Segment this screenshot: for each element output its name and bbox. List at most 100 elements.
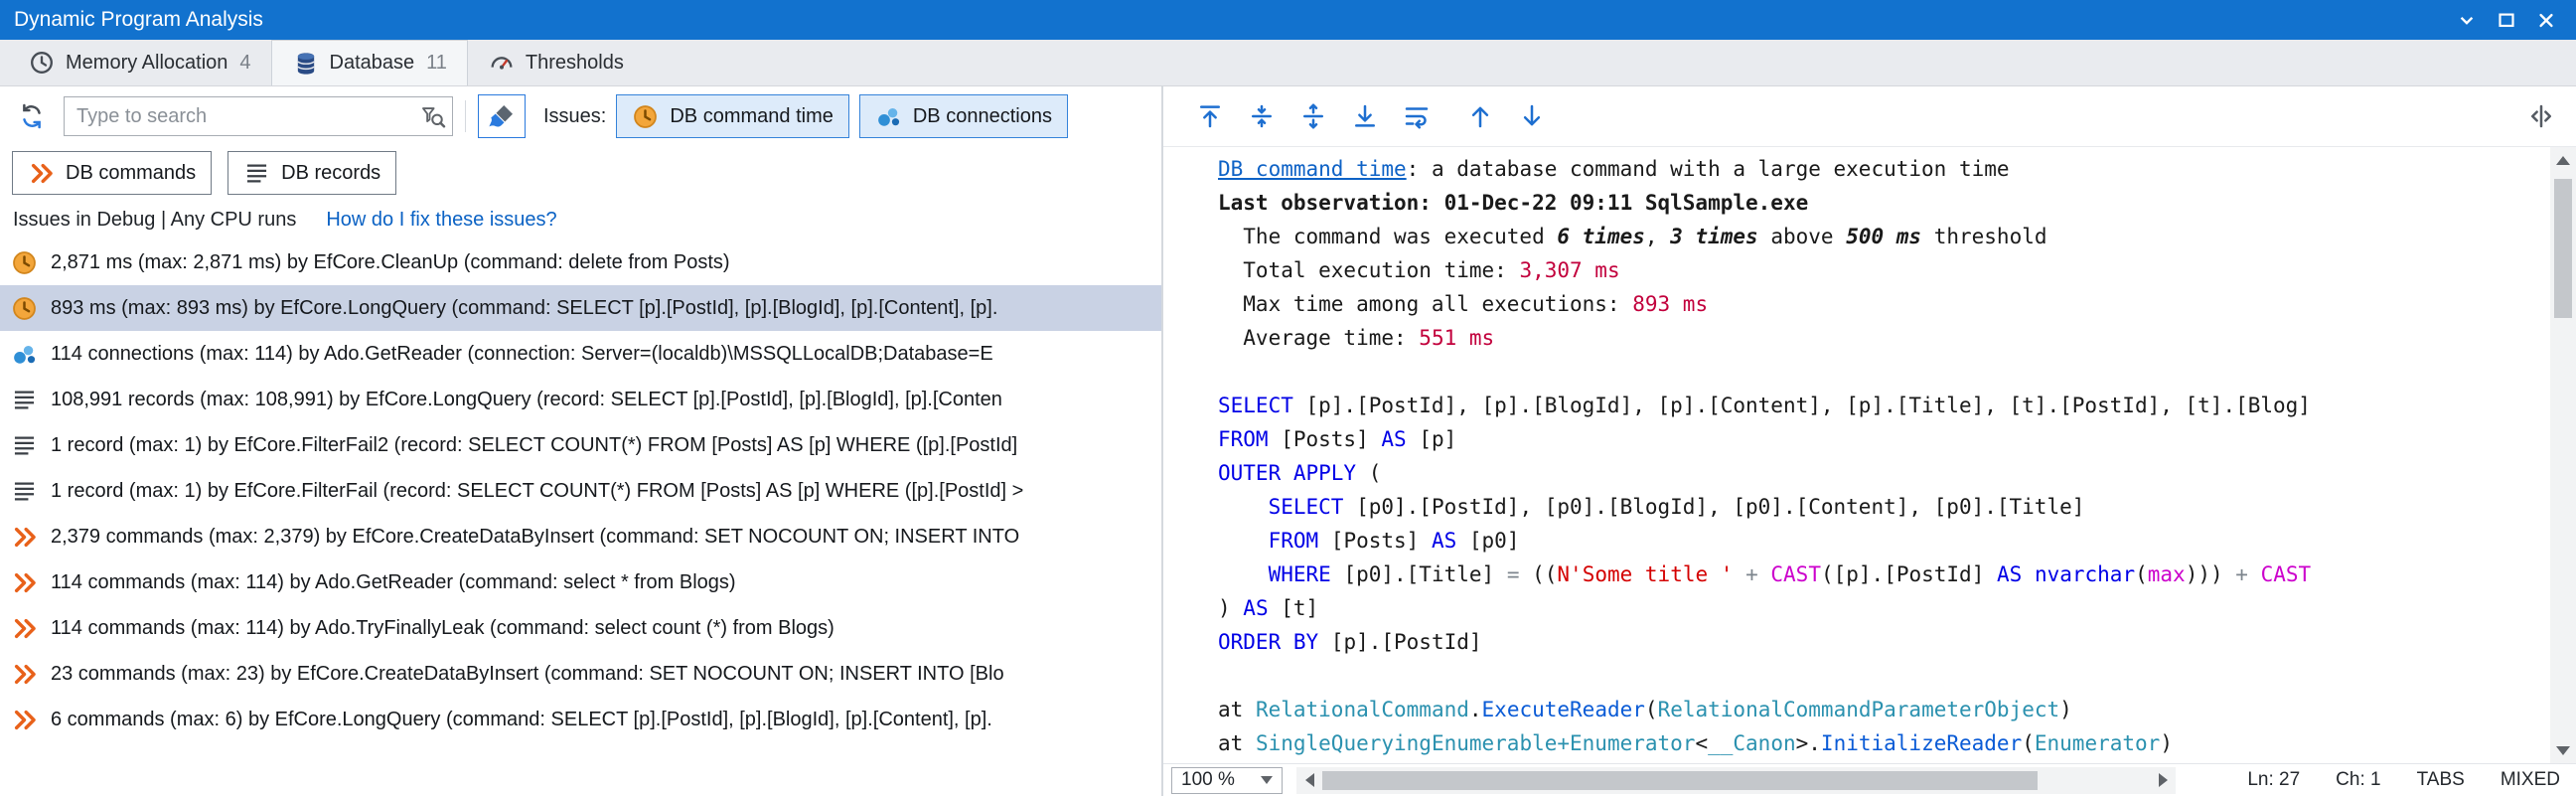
word-wrap-button[interactable] <box>1394 93 1440 139</box>
next-frame-button[interactable] <box>1509 93 1555 139</box>
zoom-select[interactable]: 100 % <box>1171 767 1283 794</box>
expand-all-icon <box>1298 101 1328 131</box>
editor-line: FROM [Posts] AS [p] <box>1218 422 2550 456</box>
tab-count: 4 <box>239 52 250 75</box>
scroll-to-bottom-button[interactable] <box>1342 93 1388 139</box>
issue-row[interactable]: 2,871 ms (max: 2,871 ms) by EfCore.Clean… <box>0 239 1161 285</box>
window-menu-button[interactable] <box>2447 4 2487 36</box>
close-button[interactable] <box>2526 4 2566 36</box>
split-view-button[interactable] <box>2518 93 2564 139</box>
issue-type-link[interactable]: DB command time <box>1218 157 1407 181</box>
previous-frame-button[interactable] <box>1457 93 1503 139</box>
scroll-bottom-icon <box>1350 101 1380 131</box>
tab-memory-allocation[interactable]: Memory Allocation 4 <box>8 40 271 85</box>
issue-row[interactable]: 6 commands (max: 6) by EfCore.LongQuery … <box>0 697 1161 742</box>
commands-icon <box>11 524 38 551</box>
tab-thresholds[interactable]: Thresholds <box>468 40 644 85</box>
commands-icon <box>11 569 38 596</box>
commands-icon <box>11 615 38 642</box>
issues-toolbar: Issues: DB command time DB connections <box>0 86 1161 146</box>
collapse-all-icon <box>1247 101 1277 131</box>
commands-icon <box>11 707 38 733</box>
zoom-value: 100 % <box>1181 769 1235 791</box>
editor-line: Average time: 551 ms <box>1218 321 2550 355</box>
close-icon <box>2533 7 2559 33</box>
search-box <box>64 96 453 136</box>
scroll-down-arrow[interactable] <box>2550 737 2576 763</box>
arrow-down-icon <box>1517 101 1547 131</box>
horizontal-scroll-thumb[interactable] <box>1322 771 2038 790</box>
memory-allocation-icon <box>28 49 56 77</box>
chip-label: DB command time <box>670 105 833 128</box>
chip-label: DB records <box>281 162 380 185</box>
vertical-scrollbar[interactable] <box>2550 147 2576 763</box>
horizontal-scrollbar[interactable] <box>1296 767 2176 794</box>
thresholds-gauge-icon <box>488 49 516 77</box>
splitter-icon <box>2526 101 2556 131</box>
scroll-up-arrow[interactable] <box>2550 147 2576 173</box>
issue-row[interactable]: 23 commands (max: 23) by EfCore.CreateDa… <box>0 651 1161 697</box>
issue-row[interactable]: 1 record (max: 1) by EfCore.FilterFail (… <box>0 468 1161 514</box>
issue-text: 114 connections (max: 114) by Ado.GetRea… <box>51 343 993 366</box>
collapse-all-button[interactable] <box>1239 93 1285 139</box>
column-indicator: Ch: 1 <box>2336 769 2380 791</box>
maximize-icon <box>2494 7 2519 33</box>
fix-issues-link[interactable]: How do I fix these issues? <box>326 209 556 232</box>
scope-row: Issues in Debug | Any CPU runs How do I … <box>0 200 1161 239</box>
tab-label: Database <box>330 52 415 75</box>
expand-all-button[interactable] <box>1290 93 1336 139</box>
issue-row[interactable]: 1 record (max: 1) by EfCore.FilterFail2 … <box>0 422 1161 468</box>
filter-db-connections[interactable]: DB connections <box>859 94 1068 138</box>
records-icon <box>11 478 38 505</box>
issues-panel: Issues: DB command time DB connections D… <box>0 86 1161 796</box>
scroll-right-arrow[interactable] <box>2150 767 2176 794</box>
connections-icon <box>875 103 902 130</box>
issue-text: 23 commands (max: 23) by EfCore.CreateDa… <box>51 663 1004 686</box>
commands-icon <box>28 160 55 187</box>
records-icon <box>243 160 270 187</box>
editor-line: FROM [Posts] AS [p0] <box>1218 524 2550 557</box>
editor-line: OUTER APPLY ( <box>1218 456 2550 490</box>
issue-row[interactable]: 114 commands (max: 114) by Ado.GetReader… <box>0 559 1161 605</box>
commands-icon <box>11 661 38 688</box>
editor-line: SELECT [p].[PostId], [p].[BlogId], [p].[… <box>1218 389 2550 422</box>
issue-row[interactable]: 114 commands (max: 114) by Ado.TryFinall… <box>0 605 1161 651</box>
clock-icon <box>11 295 38 322</box>
maximize-button[interactable] <box>2487 4 2526 36</box>
issue-row[interactable]: 893 ms (max: 893 ms) by EfCore.LongQuery… <box>0 285 1161 331</box>
filter-db-commands[interactable]: DB commands <box>12 151 212 195</box>
editor-line: Total execution time: 3,307 ms <box>1218 253 2550 287</box>
issue-row[interactable]: 108,991 records (max: 108,991) by EfCore… <box>0 377 1161 422</box>
scroll-to-top-button[interactable] <box>1187 93 1233 139</box>
search-input[interactable] <box>65 105 419 128</box>
scroll-left-arrow[interactable] <box>1296 767 1322 794</box>
tab-label: Thresholds <box>526 52 624 75</box>
tab-database[interactable]: Database 11 <box>271 40 468 85</box>
editor-line: SELECT [p0].[PostId], [p0].[BlogId], [p0… <box>1218 490 2550 524</box>
line-indicator: Ln: 27 <box>2247 769 2300 791</box>
search-filter-icon[interactable] <box>419 103 446 130</box>
chevron-down-icon <box>1261 776 1273 784</box>
vertical-scroll-thumb[interactable] <box>2554 179 2572 318</box>
titlebar: Dynamic Program Analysis <box>0 0 2576 40</box>
issue-detail-editor[interactable]: DB command time: a database command with… <box>1163 147 2550 763</box>
editor-line: Last observation: 01-Dec-22 09:11 SqlSam… <box>1218 186 2550 220</box>
editor-area: DB command time: a database command with… <box>1163 146 2576 763</box>
editor-line: at SingleQueryingEnumerable+Enumerator<_… <box>1218 726 2550 760</box>
editor-lines: DB command time: a database command with… <box>1218 152 2550 763</box>
tabstrip: Memory Allocation 4 Database 11 Threshol… <box>0 40 2576 86</box>
detail-toolbar <box>1163 86 2576 146</box>
refresh-button[interactable] <box>10 94 54 138</box>
issue-row[interactable]: 2,379 commands (max: 2,379) by EfCore.Cr… <box>0 514 1161 559</box>
issues-label: Issues: <box>543 105 606 128</box>
filter-db-command-time[interactable]: DB command time <box>616 94 849 138</box>
issue-text: 114 commands (max: 114) by Ado.GetReader… <box>51 571 736 594</box>
database-icon <box>292 50 320 78</box>
tab-count: 11 <box>426 52 447 75</box>
connections-icon <box>11 341 38 368</box>
highlight-issues-button[interactable] <box>478 94 526 138</box>
tabs-indicator: TABS <box>2417 769 2465 791</box>
issue-row[interactable]: 114 connections (max: 114) by Ado.GetRea… <box>0 331 1161 377</box>
chip-label: DB connections <box>913 105 1052 128</box>
filter-db-records[interactable]: DB records <box>227 151 396 195</box>
